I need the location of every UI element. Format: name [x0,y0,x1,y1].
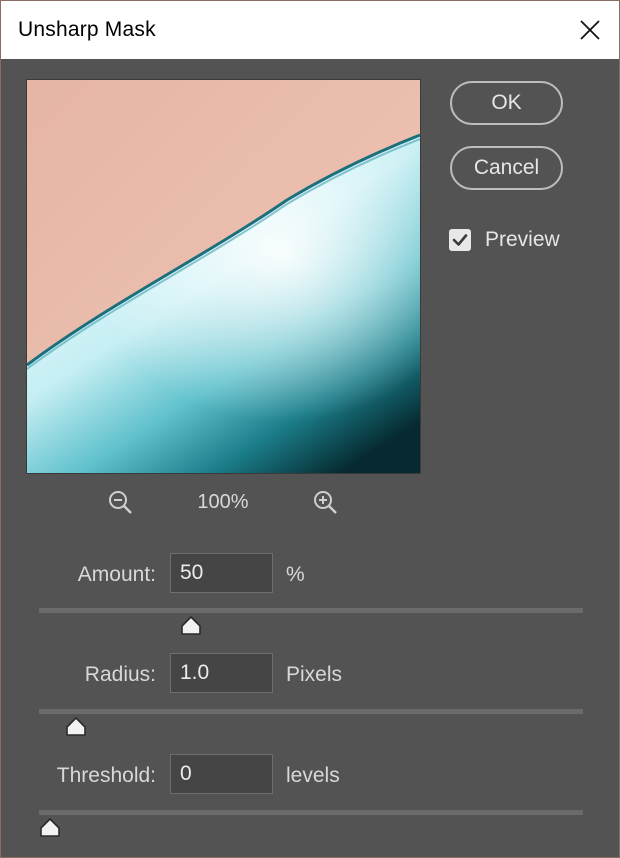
preview-checkbox[interactable] [449,229,471,251]
radius-label: Radius: [84,663,156,686]
amount-slider-track[interactable] [39,608,583,613]
zoom-in-icon [314,491,337,514]
slider-thumb-icon [40,818,60,837]
slider-thumb-icon [181,616,201,635]
preview-toggle: Preview [449,227,560,253]
slider-thumb-icon [66,717,86,736]
zoom-out-button[interactable] [107,489,135,517]
close-button[interactable] [561,1,619,59]
close-icon [580,20,600,40]
cancel-button[interactable]: Cancel [450,146,563,190]
amount-label: Amount: [77,563,156,586]
threshold-slider-thumb[interactable] [39,818,61,838]
threshold-unit: levels [286,764,340,787]
check-icon [452,234,468,246]
dialog-title: Unsharp Mask [18,18,156,41]
amount-slider-thumb[interactable] [180,616,202,636]
radius-slider-track[interactable] [39,709,583,714]
zoom-in-button[interactable] [312,489,340,517]
preview-image[interactable] [26,79,421,474]
radius-input[interactable]: 1.0 [170,653,273,693]
amount-input[interactable]: 50 [170,553,273,593]
title-bar: Unsharp Mask [1,1,619,59]
threshold-input[interactable]: 0 [170,754,273,794]
ok-button[interactable]: OK [450,81,563,125]
radius-slider-thumb[interactable] [65,717,87,737]
zoom-level: 100% [197,491,249,513]
radius-unit: Pixels [286,663,343,686]
unsharp-mask-dialog: Unsharp Mask 100% OK Cancel Preview Amou… [0,0,620,858]
preview-label: Preview [485,228,560,251]
zoom-out-icon [109,491,132,514]
amount-unit: % [286,563,305,586]
threshold-label: Threshold: [56,764,156,787]
threshold-slider-track[interactable] [39,810,583,815]
